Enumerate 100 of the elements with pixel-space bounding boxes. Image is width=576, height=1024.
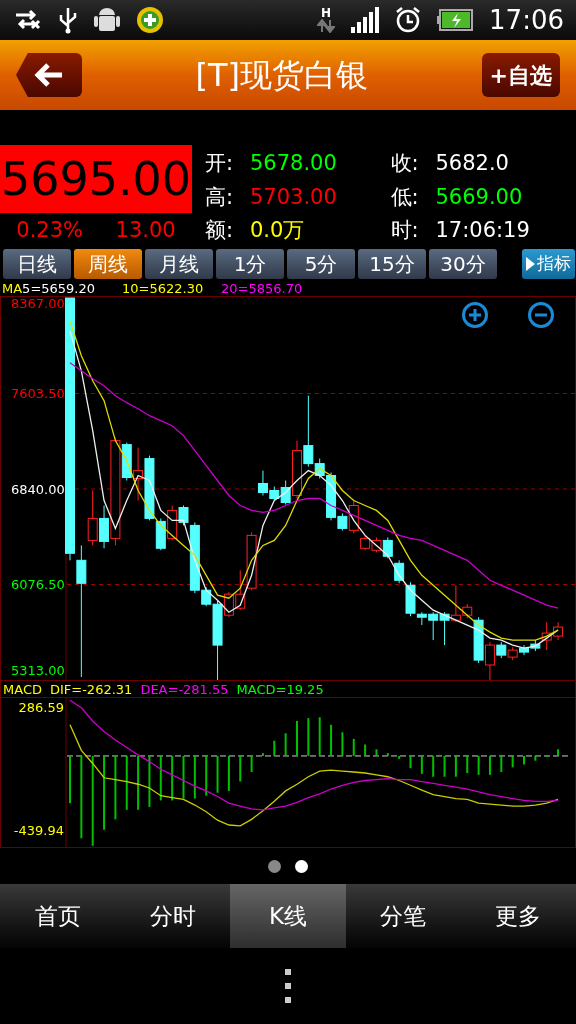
plus-icon	[469, 309, 481, 321]
ma5-legend: MA5=5659.20	[2, 281, 122, 295]
histogram-bar	[159, 755, 162, 801]
period-tab[interactable]: 1分	[216, 249, 284, 279]
histogram-bar	[250, 755, 253, 772]
price-axis-label: 6840.00	[11, 482, 65, 496]
histogram-bar	[466, 755, 469, 773]
nav-tab[interactable]: 分时	[115, 884, 231, 948]
macd-axis-label: -439.94	[13, 824, 64, 838]
clock-time: 17:06	[489, 7, 564, 33]
histogram-bar	[500, 755, 503, 772]
histogram-bar	[375, 749, 378, 756]
quote-label: 低:	[390, 183, 420, 211]
candlestick	[371, 536, 382, 553]
quote-label: 收:	[390, 150, 420, 178]
back-arrow-icon	[34, 62, 64, 88]
dif-legend: DIF=-262.31	[49, 682, 133, 696]
page-title: [T]现货白银	[195, 55, 369, 96]
nav-tab[interactable]: K线	[230, 884, 346, 948]
histogram-bar	[307, 718, 310, 756]
histogram-bar	[409, 755, 412, 769]
period-tab[interactable]: 月线	[145, 249, 213, 279]
histogram-bar	[205, 755, 208, 796]
price-axis-label: 8367.00	[11, 297, 65, 310]
candlestick	[382, 536, 393, 559]
quote-label: 高:	[205, 183, 235, 211]
signal-icon	[351, 7, 380, 33]
histogram-bar	[318, 717, 321, 756]
histogram-bar	[239, 755, 242, 782]
histogram-bar	[261, 753, 264, 756]
histogram-bar	[273, 740, 276, 756]
histogram-bar	[216, 755, 219, 793]
quote-value: 0.0万	[250, 217, 305, 245]
indicator-button[interactable]: 指标	[522, 249, 575, 279]
ma10-legend: 10=5622.30	[122, 281, 221, 295]
battery-charging-icon	[437, 9, 474, 31]
change-percent: 0.23%	[16, 216, 83, 244]
histogram-bar	[352, 738, 355, 756]
quote-value: 17:06:19	[435, 217, 530, 245]
price-axis-label: 6076.50	[11, 578, 65, 591]
candlestick	[133, 447, 144, 501]
quote-label: 时:	[390, 217, 420, 245]
candlestick	[246, 531, 257, 591]
usb-icon	[58, 6, 78, 34]
macd-axis-label: 286.59	[18, 700, 64, 714]
quote-value: 5682.0	[435, 150, 509, 178]
nav-tab[interactable]: 分笔	[345, 884, 461, 948]
ma20-legend: 20=5856.70	[221, 281, 303, 295]
histogram-bar	[477, 755, 480, 775]
quote-value: 5669.00	[435, 183, 523, 211]
period-tab[interactable]: 5分	[287, 249, 355, 279]
minus-icon	[535, 313, 547, 317]
histogram-bar	[557, 749, 560, 756]
histogram-bar	[284, 733, 287, 756]
dea-legend: DEA=-281.55	[140, 682, 229, 696]
nav-tab[interactable]: 首页	[0, 884, 116, 948]
candlestick	[507, 646, 518, 661]
histogram-bar	[364, 744, 367, 756]
histogram-bar	[511, 755, 514, 768]
histogram-bar	[386, 753, 389, 756]
histogram-bar	[341, 732, 344, 756]
price-axis-label: 7603.50	[11, 387, 65, 400]
quote-value: 5678.00	[250, 150, 337, 178]
histogram-bar	[443, 755, 446, 777]
nav-tab[interactable]: 更多	[460, 884, 576, 948]
period-tab[interactable]: 日线	[3, 249, 71, 279]
histogram-bar	[432, 755, 435, 777]
add-watchlist-button[interactable]: +自选	[481, 53, 560, 97]
histogram-bar	[398, 755, 401, 759]
back-button[interactable]	[16, 53, 82, 97]
histogram-bar	[114, 755, 117, 820]
macd-title: MACD	[3, 682, 42, 696]
histogram-bar	[420, 755, 423, 774]
quote-value: 5703.00	[250, 183, 337, 211]
histogram-bar	[148, 755, 151, 807]
shield-plus-icon	[136, 6, 164, 34]
change-amount: 13.00	[115, 216, 176, 244]
histogram-bar	[534, 755, 537, 761]
histogram-bar	[330, 724, 333, 756]
histogram-bar	[182, 755, 185, 799]
histogram-bar	[488, 755, 491, 775]
current-price: 5695.00	[0, 145, 192, 213]
period-tab[interactable]: 15分	[358, 249, 426, 279]
histogram-bar	[125, 755, 128, 810]
price-axis-label: 5313.00	[11, 664, 65, 677]
histogram-bar	[454, 755, 457, 777]
overflow-menu-icon[interactable]	[284, 969, 292, 1003]
zoom-in-button[interactable]	[462, 302, 488, 328]
histogram-bar	[193, 755, 196, 799]
network-type-label: H	[321, 7, 332, 19]
data-arrows-icon	[317, 19, 336, 33]
period-tab[interactable]: 30分	[429, 249, 497, 279]
quote-label: 开:	[205, 150, 235, 178]
candlestick	[519, 644, 529, 656]
macd-value-legend: MACD=19.25	[236, 682, 324, 696]
quote-label: 额:	[205, 217, 235, 245]
candlestick	[439, 611, 450, 646]
play-icon	[526, 257, 535, 271]
zoom-out-button[interactable]	[528, 302, 554, 328]
histogram-bar	[227, 755, 230, 791]
